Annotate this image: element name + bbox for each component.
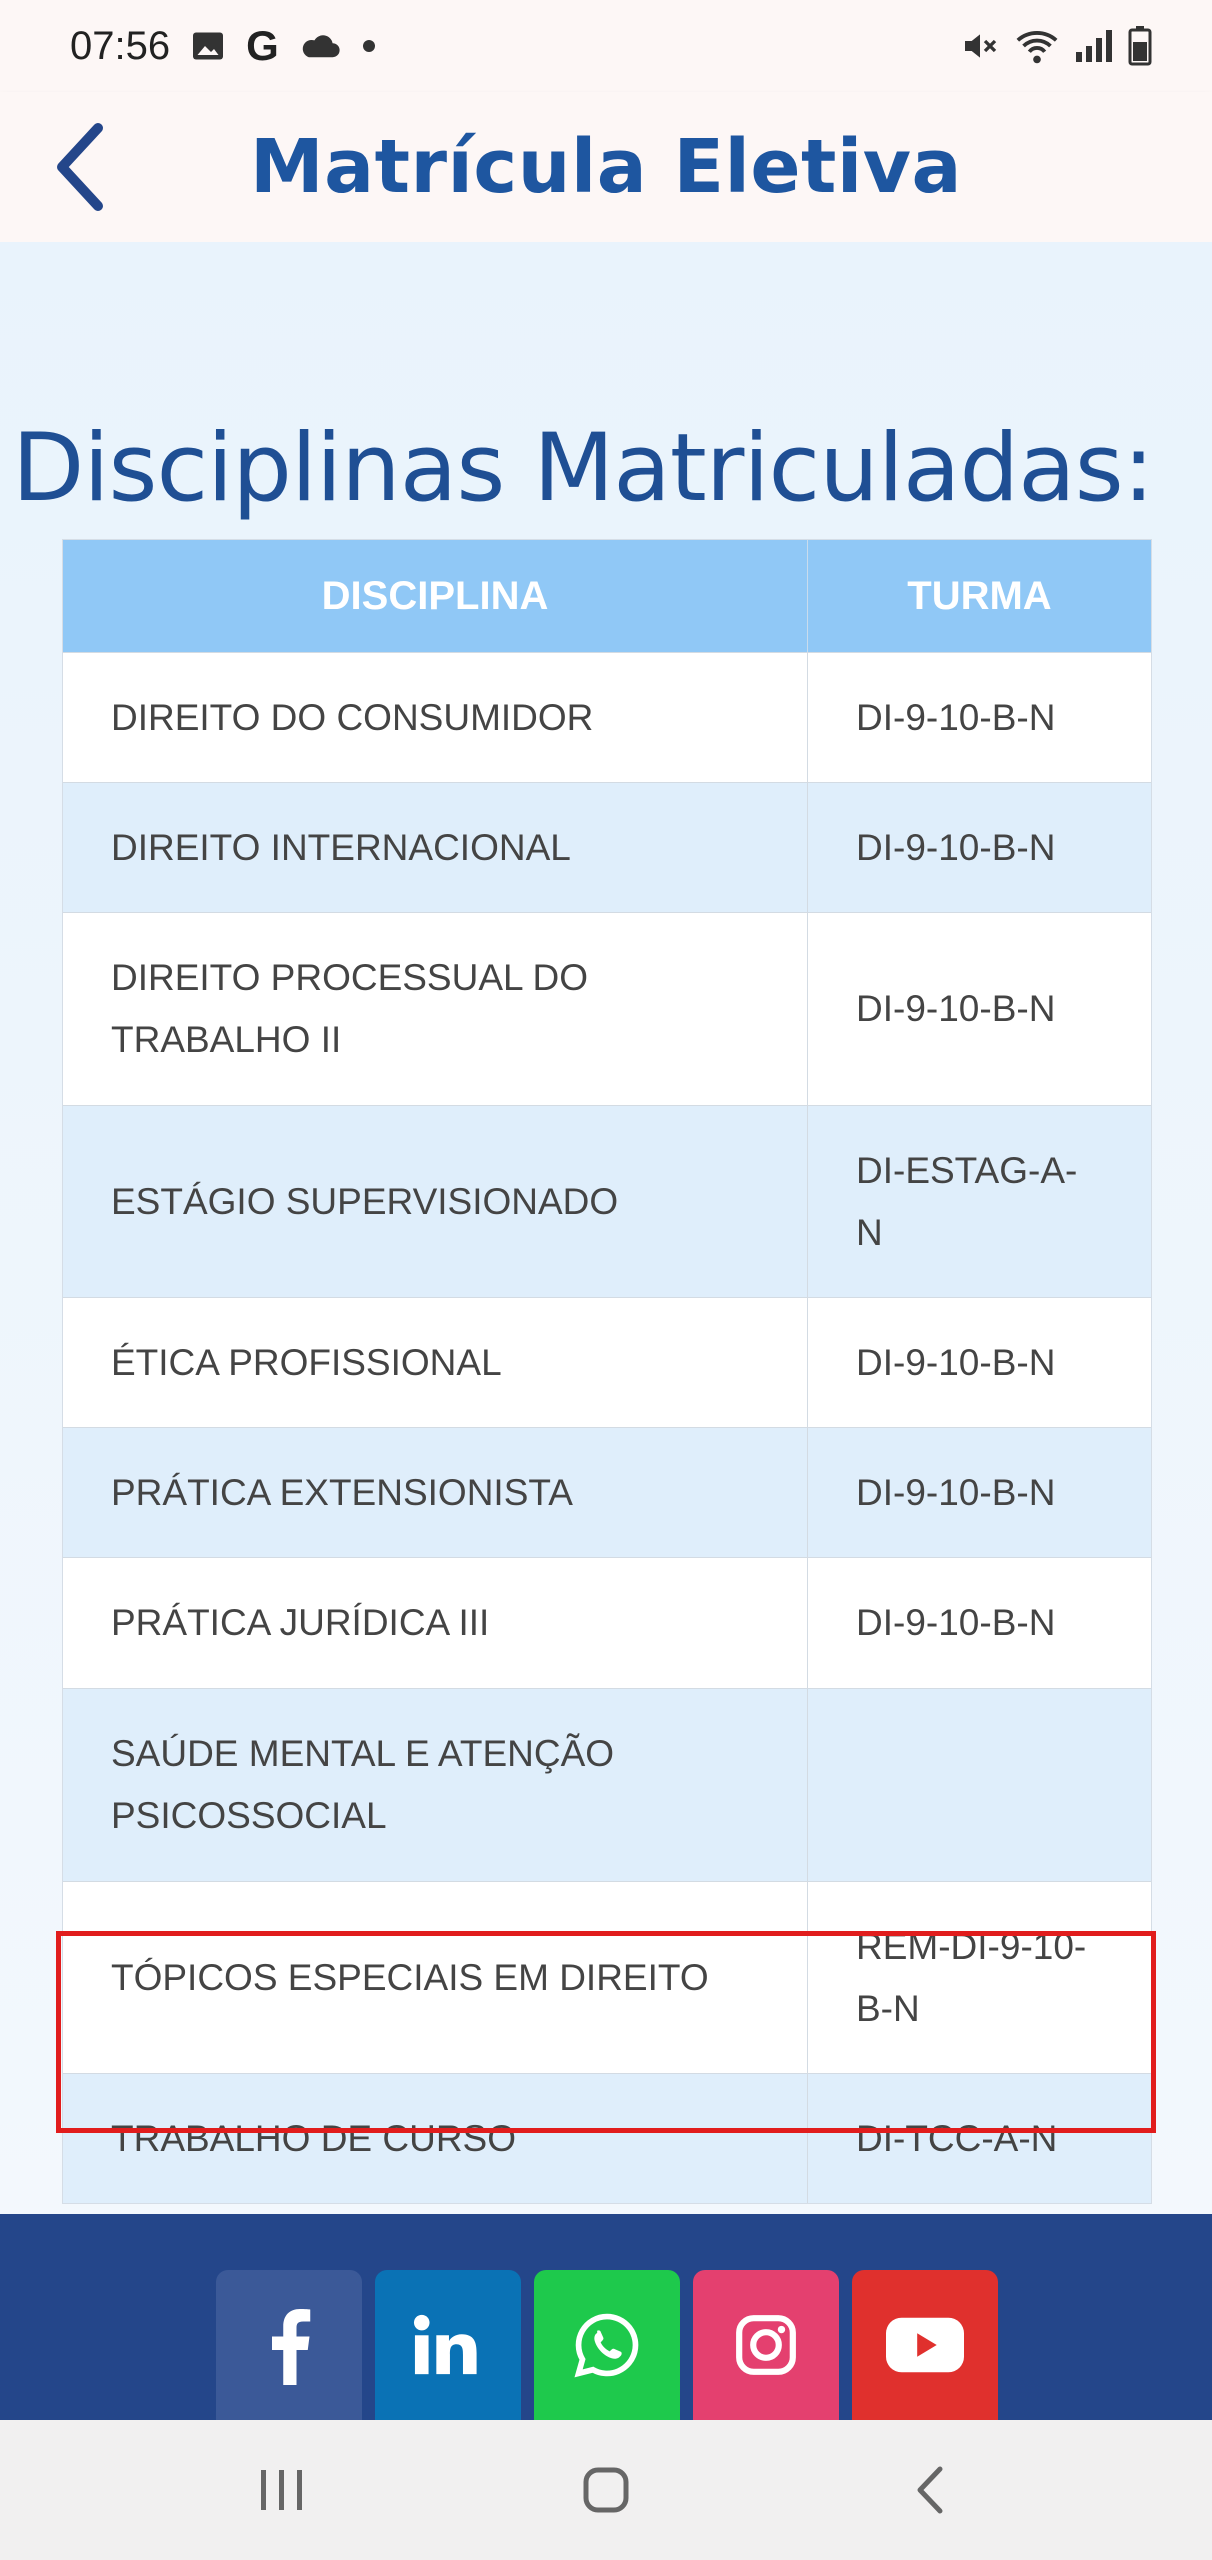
youtube-icon: [886, 2317, 964, 2373]
app-header: Matrícula Eletiva: [0, 92, 1212, 242]
cell-disciplina: DIREITO PROCESSUAL DO TRABALHO II: [63, 913, 808, 1105]
back-button[interactable]: [40, 112, 120, 222]
cell-disciplina: DIREITO DO CONSUMIDOR: [63, 653, 808, 782]
cell-disciplina: ESTÁGIO SUPERVISIONADO: [63, 1106, 808, 1297]
cell-disciplina: ÉTICA PROFISSIONAL: [63, 1298, 808, 1427]
table-row: PRÁTICA JURÍDICA III DI-9-10-B-N: [63, 1557, 1151, 1688]
cell-turma: [808, 1689, 1151, 1881]
table-row: DIREITO PROCESSUAL DO TRABALHO II DI-9-1…: [63, 912, 1151, 1105]
cell-turma: DI-9-10-B-N: [856, 1341, 1056, 1383]
facebook-button[interactable]: [216, 2270, 362, 2420]
system-nav-bar: [0, 2420, 1212, 2560]
cell-turma: DI-9-10-B-N: [856, 826, 1056, 868]
recents-icon: [261, 2470, 302, 2510]
home-icon: [583, 2467, 629, 2513]
cell-disciplina: TÓPICOS ESPECIAIS EM DIREITO: [63, 1882, 808, 2073]
home-button[interactable]: [546, 2440, 666, 2540]
recents-button[interactable]: [222, 2440, 342, 2540]
linkedin-button[interactable]: [375, 2270, 521, 2420]
mute-icon: [960, 26, 1000, 66]
cell-turma: REM-DI-9-10-B-N: [856, 1925, 1087, 2029]
page-title: Matrícula Eletiva: [250, 124, 962, 210]
instagram-button[interactable]: [693, 2270, 839, 2420]
cell-turma: DI-9-10-B-N: [856, 1602, 1056, 1643]
table-header: DISCIPLINA TURMA: [63, 540, 1151, 652]
cell-turma: DI-TCC-A-N: [856, 2117, 1058, 2159]
google-icon: G: [246, 22, 279, 69]
cell-turma: DI-9-10-B-N: [856, 988, 1056, 1029]
section-heading: Disciplinas Matriculadas:: [12, 414, 1154, 523]
whatsapp-button[interactable]: [534, 2270, 680, 2420]
table-row: TÓPICOS ESPECIAIS EM DIREITO REM-DI-9-10…: [63, 1881, 1151, 2073]
cell-disciplina: SAÚDE MENTAL E ATENÇÃO PSICOSSOCIAL: [63, 1689, 808, 1881]
status-bar: 07:56 G: [0, 0, 1212, 92]
column-header-disciplina: DISCIPLINA: [63, 540, 808, 652]
cloud-icon: [299, 31, 341, 61]
back-icon: [917, 2466, 943, 2514]
main-content: Disciplinas Matriculadas: DISCIPLINA TUR…: [0, 242, 1212, 2214]
youtube-button[interactable]: [852, 2270, 998, 2420]
table-row: DIREITO INTERNACIONAL DI-9-10-B-N: [63, 782, 1151, 912]
disciplines-table: DISCIPLINA TURMA DIREITO DO CONSUMIDOR D…: [62, 539, 1152, 2204]
column-header-turma: TURMA: [907, 573, 1052, 618]
cell-turma: DI-9-10-B-N: [856, 696, 1056, 738]
dot-icon: [361, 38, 377, 54]
table-row: ESTÁGIO SUPERVISIONADO DI-ESTAG-A-N: [63, 1105, 1151, 1297]
chevron-left-icon: [57, 123, 103, 211]
nav-back-button[interactable]: [870, 2440, 990, 2540]
cell-turma: DI-9-10-B-N: [856, 1471, 1056, 1513]
wifi-icon: [1014, 26, 1060, 66]
cell-turma: DI-ESTAG-A-N: [856, 1149, 1078, 1253]
whatsapp-icon: [574, 2313, 639, 2378]
social-links: [216, 2270, 998, 2420]
cell-disciplina: PRÁTICA JURÍDICA III: [63, 1558, 808, 1688]
facebook-icon: [272, 2309, 311, 2385]
cell-disciplina: PRÁTICA EXTENSIONISTA: [63, 1428, 808, 1557]
table-row: TRABALHO DE CURSO DI-TCC-A-N: [63, 2073, 1151, 2203]
table-row: ÉTICA PROFISSIONAL DI-9-10-B-N: [63, 1297, 1151, 1427]
table-row: SAÚDE MENTAL E ATENÇÃO PSICOSSOCIAL: [63, 1688, 1151, 1881]
cell-disciplina: DIREITO INTERNACIONAL: [63, 783, 808, 912]
battery-icon: [1128, 26, 1152, 66]
footer: [0, 2214, 1212, 2420]
cell-disciplina: TRABALHO DE CURSO: [63, 2074, 808, 2203]
table-row: DIREITO DO CONSUMIDOR DI-9-10-B-N: [63, 652, 1151, 782]
signal-icon: [1074, 28, 1114, 64]
status-time: 07:56: [70, 23, 171, 68]
image-icon: [190, 28, 226, 64]
instagram-icon: [736, 2315, 796, 2375]
table-row: PRÁTICA EXTENSIONISTA DI-9-10-B-N: [63, 1427, 1151, 1557]
linkedin-icon: [413, 2314, 477, 2375]
